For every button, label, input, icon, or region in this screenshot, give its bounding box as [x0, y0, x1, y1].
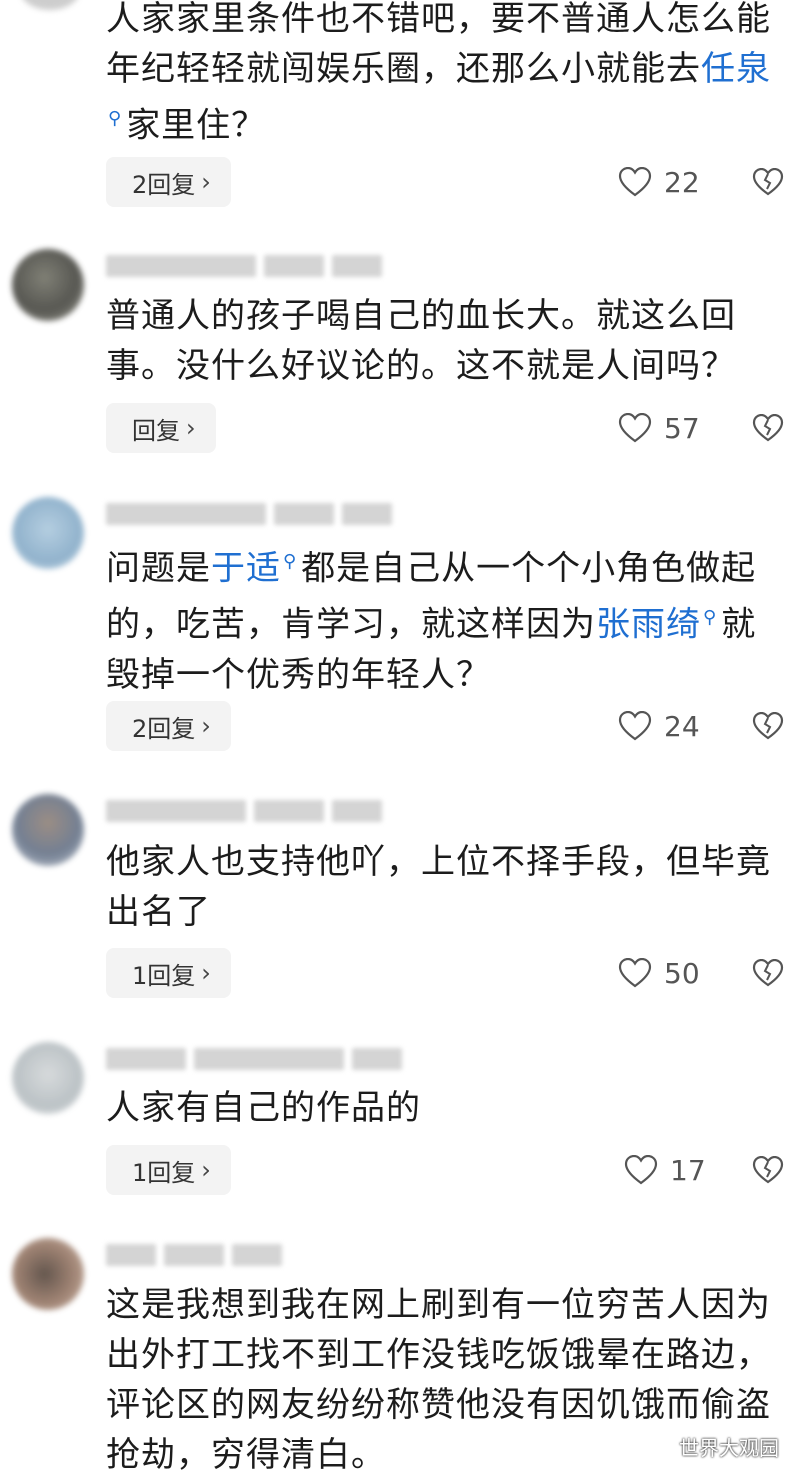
chevron-right-icon: › [201, 959, 211, 987]
heart-icon [618, 413, 652, 443]
like-button[interactable]: 57 [618, 403, 700, 453]
reply-label: 1回复 [132, 1158, 196, 1187]
comment-text: 问题是于适 ⚲ 都是自己从一个个小角色做起的，吃苦，肯学习，就这样因为张雨绮 ⚲ 就毁掉… [106, 548, 757, 695]
like-count: 17 [670, 1153, 706, 1187]
avatar[interactable] [12, 497, 84, 569]
dislike-button[interactable] [750, 701, 786, 751]
heart-icon [618, 958, 652, 988]
reply-button[interactable]: 1回复 › [106, 948, 231, 998]
chevron-right-icon: › [201, 168, 211, 196]
topic-link[interactable]: 于适 [211, 548, 281, 588]
like-count: 24 [664, 709, 700, 743]
topic-link[interactable]: 任泉 [701, 49, 771, 89]
dislike-button[interactable] [750, 403, 786, 453]
like-count: 50 [664, 956, 700, 990]
username-blurred [106, 800, 382, 826]
watermark: 世界大观园 [679, 1436, 779, 1460]
like-button[interactable]: 17 [624, 1145, 706, 1195]
dislike-button[interactable] [750, 1145, 786, 1195]
comment-text: 人家家里条件也不错吧，要不普通人怎么能年纪轻轻就闯娱乐圈，还那么小就能去任泉⚲ 家… [106, 0, 771, 146]
like-button[interactable]: 22 [618, 157, 700, 207]
reply-button[interactable]: 回复 › [106, 403, 216, 453]
comment-text: 普通人的孩子喝自己的血长大。就这么回事。没什么好议论的。这不就是人间吗？ [106, 296, 736, 386]
reply-button[interactable]: 2回复 › [106, 701, 231, 751]
username-blurred [106, 255, 382, 281]
avatar[interactable] [12, 249, 84, 321]
topic-link[interactable]: 张雨绮 [596, 605, 701, 645]
comment-text: 这是我想到我在网上刷到有一位穷苦人因为出外打工找不到工作没钱吃饭饿晕在路边，评论… [106, 1285, 771, 1475]
broken-heart-icon [752, 959, 784, 987]
reply-label: 1回复 [132, 961, 196, 990]
heart-icon [624, 1155, 658, 1185]
dislike-button[interactable] [750, 157, 786, 207]
comment-text: 人家有自己的作品的 [106, 1088, 421, 1128]
username-blurred [106, 503, 392, 529]
like-count: 22 [664, 165, 700, 199]
username-blurred [106, 1244, 282, 1270]
avatar[interactable] [12, 1238, 84, 1310]
reply-label: 2回复 [132, 170, 196, 199]
comment-text: 他家人也支持他吖，上位不择手段，但毕竟出名了 [106, 842, 771, 932]
like-button[interactable]: 50 [618, 948, 700, 998]
search-icon[interactable]: ⚲ [108, 108, 122, 129]
chevron-right-icon: › [186, 414, 196, 442]
avatar[interactable] [20, 0, 80, 10]
like-button[interactable]: 24 [618, 701, 700, 751]
search-icon[interactable]: ⚲ [703, 607, 717, 628]
like-count: 57 [664, 411, 700, 445]
broken-heart-icon [752, 712, 784, 740]
chevron-right-icon: › [201, 712, 211, 740]
broken-heart-icon [752, 1156, 784, 1184]
reply-button[interactable]: 1回复 › [106, 1145, 231, 1195]
avatar[interactable] [12, 1042, 84, 1114]
reply-label: 2回复 [132, 714, 196, 743]
dislike-button[interactable] [750, 948, 786, 998]
search-icon[interactable]: ⚲ [283, 551, 297, 572]
chevron-right-icon: › [201, 1156, 211, 1184]
heart-icon [618, 711, 652, 741]
broken-heart-icon [752, 414, 784, 442]
avatar[interactable] [12, 794, 84, 866]
reply-label: 回复 [132, 416, 180, 445]
broken-heart-icon [752, 168, 784, 196]
reply-button[interactable]: 2回复 › [106, 157, 231, 207]
heart-icon [618, 167, 652, 197]
username-blurred [106, 1048, 402, 1074]
